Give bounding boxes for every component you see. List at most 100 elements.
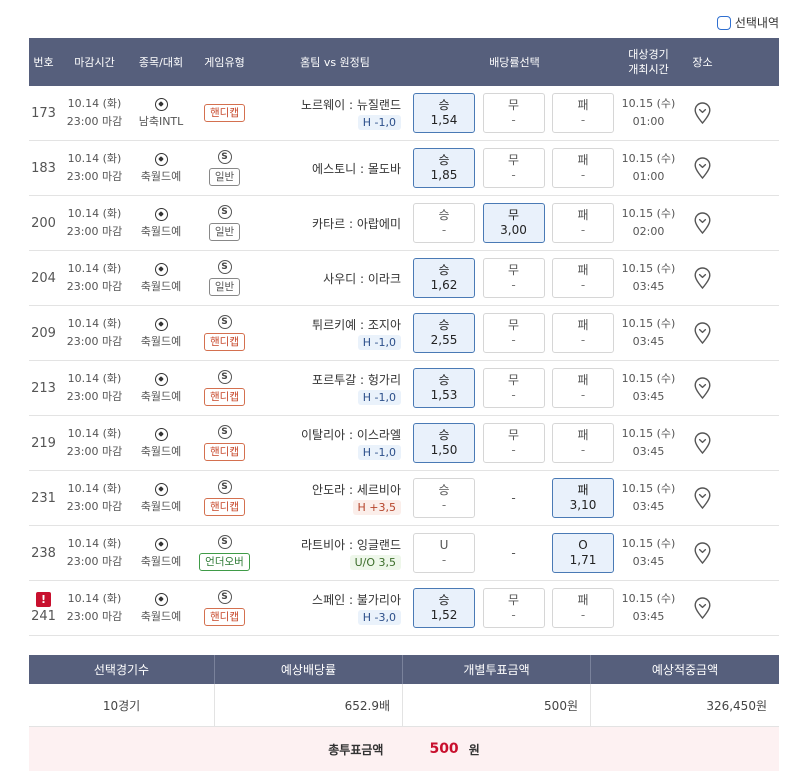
table-row: 209 10.14 (화) 23:00 마감 축월드예 S 핸디캡 튀르키예 : 조지아 H … — [29, 306, 779, 361]
game-type-tag: 언더오버 — [199, 553, 250, 571]
league-name: 축월드예 — [140, 444, 182, 458]
game-type-tag: 일반 — [208, 278, 241, 296]
map-pin-icon[interactable] — [694, 432, 711, 454]
soccer-ball-icon — [154, 592, 168, 606]
header-type: 게임유형 — [204, 55, 245, 69]
deadline-close: 23:00 마감 — [66, 500, 123, 513]
odds-away-button[interactable]: 패- — [552, 148, 614, 188]
deadline-date: 10.14 (화) — [67, 427, 122, 440]
odds-away-button[interactable]: 패- — [552, 93, 614, 133]
odds-home-button[interactable]: 승 1,52 — [413, 588, 475, 628]
odds-label: 승 — [438, 208, 450, 222]
odds-label: 무 — [507, 208, 520, 222]
match-teams: 이탈리아 : 이스라엘 — [301, 428, 401, 442]
match-table: 번호 마감시간 종목/대회 게임유형 홈팀 vs 원정팀 배당률선택 대상경기 … — [29, 38, 779, 636]
map-pin-icon[interactable] — [694, 157, 711, 179]
match-date: 10.15 (수) — [621, 372, 676, 385]
odds-label: 승 — [438, 153, 450, 167]
sport-cell: 축월드예 — [131, 526, 191, 580]
odds-draw-button[interactable]: 무- — [482, 368, 545, 408]
match-time: 03:45 — [632, 335, 665, 348]
deadline-cell: 10.14 (화) 23:00 마감 — [58, 526, 131, 580]
map-pin-icon[interactable] — [694, 542, 711, 564]
map-pin-icon[interactable] — [694, 597, 711, 619]
map-pin-icon[interactable] — [694, 487, 711, 509]
soccer-ball-icon — [154, 97, 168, 111]
map-pin-icon[interactable] — [694, 267, 711, 289]
odds-label: 승 — [438, 483, 450, 497]
summary-header-stake: 개별투표금액 — [403, 655, 591, 684]
odds-label: 패 — [577, 428, 589, 442]
odds-home-button[interactable]: 승 1,62 — [413, 258, 475, 298]
odds-value: - — [580, 608, 586, 622]
top-bar: 선택내역 — [0, 0, 785, 38]
place-cell — [680, 361, 725, 415]
soccer-ball-icon — [154, 207, 168, 221]
handicap-value: H +3,5 — [352, 500, 401, 515]
selection-checkbox[interactable] — [716, 15, 731, 30]
odds-label: 패 — [577, 208, 589, 222]
place-cell — [680, 416, 725, 470]
match-time: 03:45 — [632, 445, 665, 458]
map-pin-icon[interactable] — [694, 212, 711, 234]
odds-away-button[interactable]: O 1,71 — [552, 533, 614, 573]
odds-home-button[interactable]: 승 1,85 — [413, 148, 475, 188]
odds-cell: 승 - - 패 3,10 — [412, 471, 617, 525]
match-time: 03:45 — [632, 500, 665, 513]
selection-toggle[interactable]: 선택내역 — [716, 14, 779, 31]
deadline-cell: 10.14 (화) 23:00 마감 — [58, 306, 131, 360]
odds-draw-empty: - — [511, 491, 516, 505]
match-time-cell: 10.15 (수) 02:00 — [617, 196, 680, 250]
odds-home-button[interactable]: U- — [413, 533, 475, 573]
odds-label: 무 — [507, 373, 520, 387]
odds-draw-button[interactable]: 무- — [482, 148, 545, 188]
odds-draw-button[interactable]: 무 3,00 — [482, 203, 545, 243]
summary-header-count: 선택경기수 — [29, 655, 215, 684]
row-number-cell: 173 — [29, 86, 58, 140]
match-time: 02:00 — [632, 225, 665, 238]
table-row: 219 10.14 (화) 23:00 마감 축월드예 S 핸디캡 이탈리아 : 이스라엘 H… — [29, 416, 779, 471]
map-pin-icon[interactable] — [694, 377, 711, 399]
deadline-date: 10.14 (화) — [67, 482, 122, 495]
match-teams: 포르투갈 : 헝가리 — [312, 373, 401, 387]
deadline-close: 23:00 마감 — [66, 445, 123, 458]
odds-draw-button[interactable]: 무- — [482, 588, 545, 628]
match-date: 10.15 (수) — [621, 207, 676, 220]
row-number: 241 — [31, 609, 56, 624]
odds-draw-button[interactable]: 무- — [482, 93, 545, 133]
row-number-cell: 231 — [29, 471, 58, 525]
odds-home-button[interactable]: 승 1,54 — [413, 93, 475, 133]
odds-home-button[interactable]: 승 1,53 — [413, 368, 475, 408]
match-date: 10.15 (수) — [621, 317, 676, 330]
odds-home-button[interactable]: 승 1,50 — [413, 423, 475, 463]
odds-home-button[interactable]: 승 2,55 — [413, 313, 475, 353]
total-label: 총투표금액 — [328, 742, 384, 757]
match-time-cell: 10.15 (수) 03:45 — [617, 251, 680, 305]
odds-away-button[interactable]: 패- — [552, 368, 614, 408]
odds-away-button[interactable]: 패 3,10 — [552, 478, 614, 518]
map-pin-icon[interactable] — [694, 322, 711, 344]
odds-away-button[interactable]: 패- — [552, 203, 614, 243]
deadline-cell: 10.14 (화) 23:00 마감 — [58, 196, 131, 250]
map-pin-icon[interactable] — [694, 102, 711, 124]
table-row: 183 10.14 (화) 23:00 마감 축월드예 S 일반 에스토니 : 몰도바 승 1,… — [29, 141, 779, 196]
odds-value: 3,00 — [500, 223, 527, 237]
odds-draw-button[interactable]: 무- — [482, 313, 545, 353]
odds-home-button[interactable]: 승- — [413, 203, 475, 243]
odds-away-button[interactable]: 패- — [552, 313, 614, 353]
deadline-date: 10.14 (화) — [67, 317, 122, 330]
odds-draw-button[interactable]: 무- — [482, 258, 545, 298]
match-time-cell: 10.15 (수) 03:45 — [617, 526, 680, 580]
odds-away-button[interactable]: 패- — [552, 258, 614, 298]
odds-home-button[interactable]: 승- — [413, 478, 475, 518]
row-number: 200 — [31, 215, 56, 231]
odds-draw-button[interactable]: 무- — [482, 423, 545, 463]
odds-away-button[interactable]: 패- — [552, 423, 614, 463]
match-time: 01:00 — [632, 170, 665, 183]
odds-away-button[interactable]: 패- — [552, 588, 614, 628]
game-type-tag: 일반 — [208, 168, 241, 186]
odds-cell: 승 - 무 3,00 패 - — [412, 196, 617, 250]
odds-label: 무 — [507, 318, 520, 332]
odds-label: 패 — [577, 98, 589, 112]
summary-header-odds: 예상배당률 — [215, 655, 403, 684]
